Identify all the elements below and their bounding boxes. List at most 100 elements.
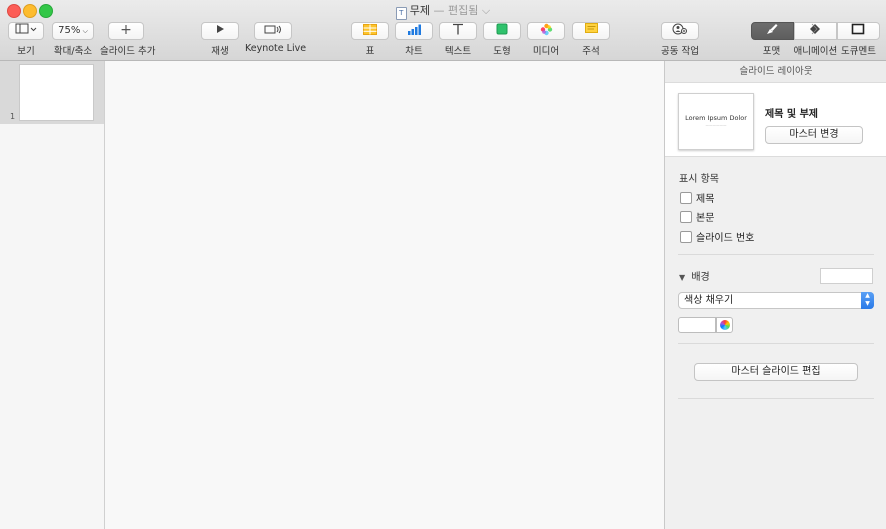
comment-icon [584,23,598,33]
comment-label: 주석 [582,46,600,57]
text-button[interactable] [439,22,477,40]
zoom-button[interactable]: 75% ⌵ [52,22,94,40]
play-control[interactable]: 재생 [201,22,239,57]
divider [678,343,874,344]
add-slide-label: 슬라이드 추가 [100,46,156,57]
chart-label: 차트 [405,46,423,57]
keynote-live-label: Keynote Live [245,43,307,54]
slide-number-checkbox-row[interactable]: 슬라이드 번호 [680,229,755,244]
chart-icon [408,24,421,35]
slide-navigator: 1 [0,61,105,529]
title-checkbox-label: 제목 [696,194,715,205]
layout-thumb-subtitle: —————— [705,123,727,127]
keynote-live-control[interactable]: Keynote Live [245,22,307,54]
collaborate-icon [672,23,687,35]
inspector-header: 슬라이드 레이아웃 [665,61,886,83]
text-control[interactable]: 텍스트 [439,22,477,57]
comment-control[interactable]: 주석 [572,22,610,57]
title-separator: — [433,4,445,17]
color-wheel-icon [720,320,730,330]
media-label: 미디어 [532,46,560,57]
zoom-control[interactable]: 75% ⌵ 확대/축소 [51,22,95,57]
play-label: 재생 [211,46,229,57]
document-button[interactable] [836,22,880,40]
zoom-value: 75% [58,25,81,36]
table-button[interactable] [351,22,389,40]
table-control[interactable]: 표 [351,22,389,57]
fill-type-select[interactable]: 색상 채우기 ▲ ▼ [678,292,874,309]
chart-button[interactable] [395,22,433,40]
layout-thumbnail[interactable]: Lorem Ipsum Dolor —————— [678,93,754,150]
document-state[interactable]: 편집됨 [448,4,478,17]
document-icon [851,23,865,35]
slide-thumbnail[interactable] [19,64,94,121]
body-checkbox[interactable] [680,211,692,223]
collaborate-label: 공동 작업 [661,46,699,57]
chart-control[interactable]: 차트 [395,22,433,57]
paintbrush-icon [767,24,778,34]
shape-button[interactable] [483,22,521,40]
format-label: 포맷 [762,46,781,57]
document-label: 도큐멘트 [841,46,876,57]
add-slide-control[interactable]: + 슬라이드 추가 [100,22,156,57]
inspector-segmented-control[interactable]: 포맷 애니메이션 도큐멘트 [750,22,880,57]
shape-control[interactable]: 도형 [483,22,521,57]
media-control[interactable]: 미디어 [527,22,565,57]
view-control[interactable]: 보기 [7,22,45,57]
zoom-label: 확대/축소 [53,46,93,57]
format-button[interactable] [750,22,794,40]
media-button[interactable] [527,22,565,40]
edit-master-slide-button[interactable]: 마스터 슬라이드 편집 [694,363,858,381]
slide-number: 1 [10,112,16,121]
select-updown-icon: ▲ ▼ [861,292,874,309]
keynote-live-icon [264,25,281,34]
background-color-well[interactable] [678,317,716,333]
background-section-title[interactable]: ▼ 배경 [679,268,710,283]
animate-diamond-icon [810,23,820,35]
keynote-window: T 무제 — 편집됨 ⌵ 보기 75% ⌵ 확대/축소 + 슬라이드 추가 재생… [0,0,886,529]
view-label: 보기 [17,46,35,57]
title-checkbox-row[interactable]: 제목 [680,190,715,205]
table-label: 표 [365,46,375,57]
layout-name: 제목 및 부제 [765,109,818,120]
collaborate-button[interactable] [661,22,699,40]
document-name: 무제 [409,4,431,17]
chevron-down-icon[interactable]: ⌵ [478,4,490,17]
animate-button[interactable] [793,22,837,40]
background-title: 배경 [691,272,710,283]
slide-layout-section: Lorem Ipsum Dolor —————— 제목 및 부제 마스터 변경 [665,83,886,157]
animate-label: 애니메이션 [793,46,838,57]
sidebar-icon [15,23,37,34]
shape-label: 도형 [493,46,511,57]
keynote-document-icon: T [395,7,407,20]
title-checkbox[interactable] [680,192,692,204]
play-icon [217,25,224,33]
slide-number-checkbox-label: 슬라이드 번호 [696,233,755,244]
play-button[interactable] [201,22,239,40]
color-wheel-button[interactable] [716,317,733,333]
plus-icon[interactable]: + [108,22,144,40]
photos-icon [540,23,552,36]
body-checkbox-row[interactable]: 본문 [680,209,715,224]
slide-number-checkbox[interactable] [680,231,692,243]
shape-icon [496,23,508,35]
keynote-live-button[interactable] [254,22,292,40]
divider [678,254,874,255]
collaborate-control[interactable]: 공동 작업 [660,22,700,57]
disclosure-triangle-icon[interactable]: ▼ [679,273,685,282]
layout-thumb-title: Lorem Ipsum Dolor [685,114,747,122]
toolbar: T 무제 — 편집됨 ⌵ 보기 75% ⌵ 확대/축소 + 슬라이드 추가 재생… [0,0,886,61]
text-icon [453,23,463,35]
text-label: 텍스트 [444,46,472,57]
slide-canvas[interactable] [105,61,664,529]
background-preview-field [820,268,873,284]
appearance-title: 표시 항목 [679,174,719,185]
slide-row-selected[interactable]: 1 [0,61,104,124]
window-title: T 무제 — 편집됨 ⌵ [0,2,886,20]
body-checkbox-label: 본문 [696,213,715,224]
change-master-button[interactable]: 마스터 변경 [765,126,863,144]
view-button[interactable] [8,22,44,40]
comment-button[interactable] [572,22,610,40]
table-icon [363,24,377,35]
divider [678,398,874,399]
